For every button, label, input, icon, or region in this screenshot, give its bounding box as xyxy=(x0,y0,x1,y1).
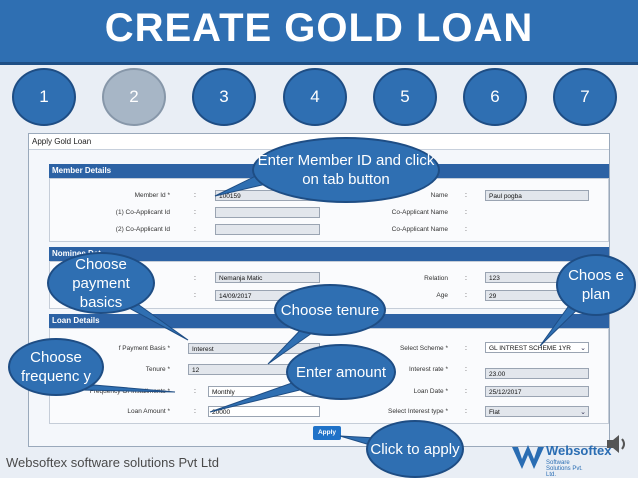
logo-tagline: Software Solutions Pvt. Ltd. xyxy=(546,460,583,478)
logo-name: Websoftex xyxy=(546,443,612,458)
logo-mark-icon xyxy=(512,445,544,469)
speaker-icon[interactable] xyxy=(603,430,631,458)
callout-apply: Click to apply xyxy=(366,420,464,478)
tail-frequency xyxy=(81,384,176,393)
callout-payment: Choose payment basics xyxy=(47,252,155,314)
callout-tenure: Choose tenure xyxy=(274,284,386,336)
websoftex-logo: Websoftex Software Solutions Pvt. Ltd. xyxy=(508,437,612,478)
callout-member-id: Enter Member ID and click on tab button xyxy=(252,137,440,203)
company-footer: Websoftex software solutions Pvt Ltd xyxy=(6,455,219,470)
callout-frequency: Choose frequenc y xyxy=(8,338,104,396)
callout-amount: Enter amount xyxy=(286,344,396,400)
callout-tails xyxy=(81,169,587,449)
callout-plan: Choos e plan xyxy=(556,254,636,316)
